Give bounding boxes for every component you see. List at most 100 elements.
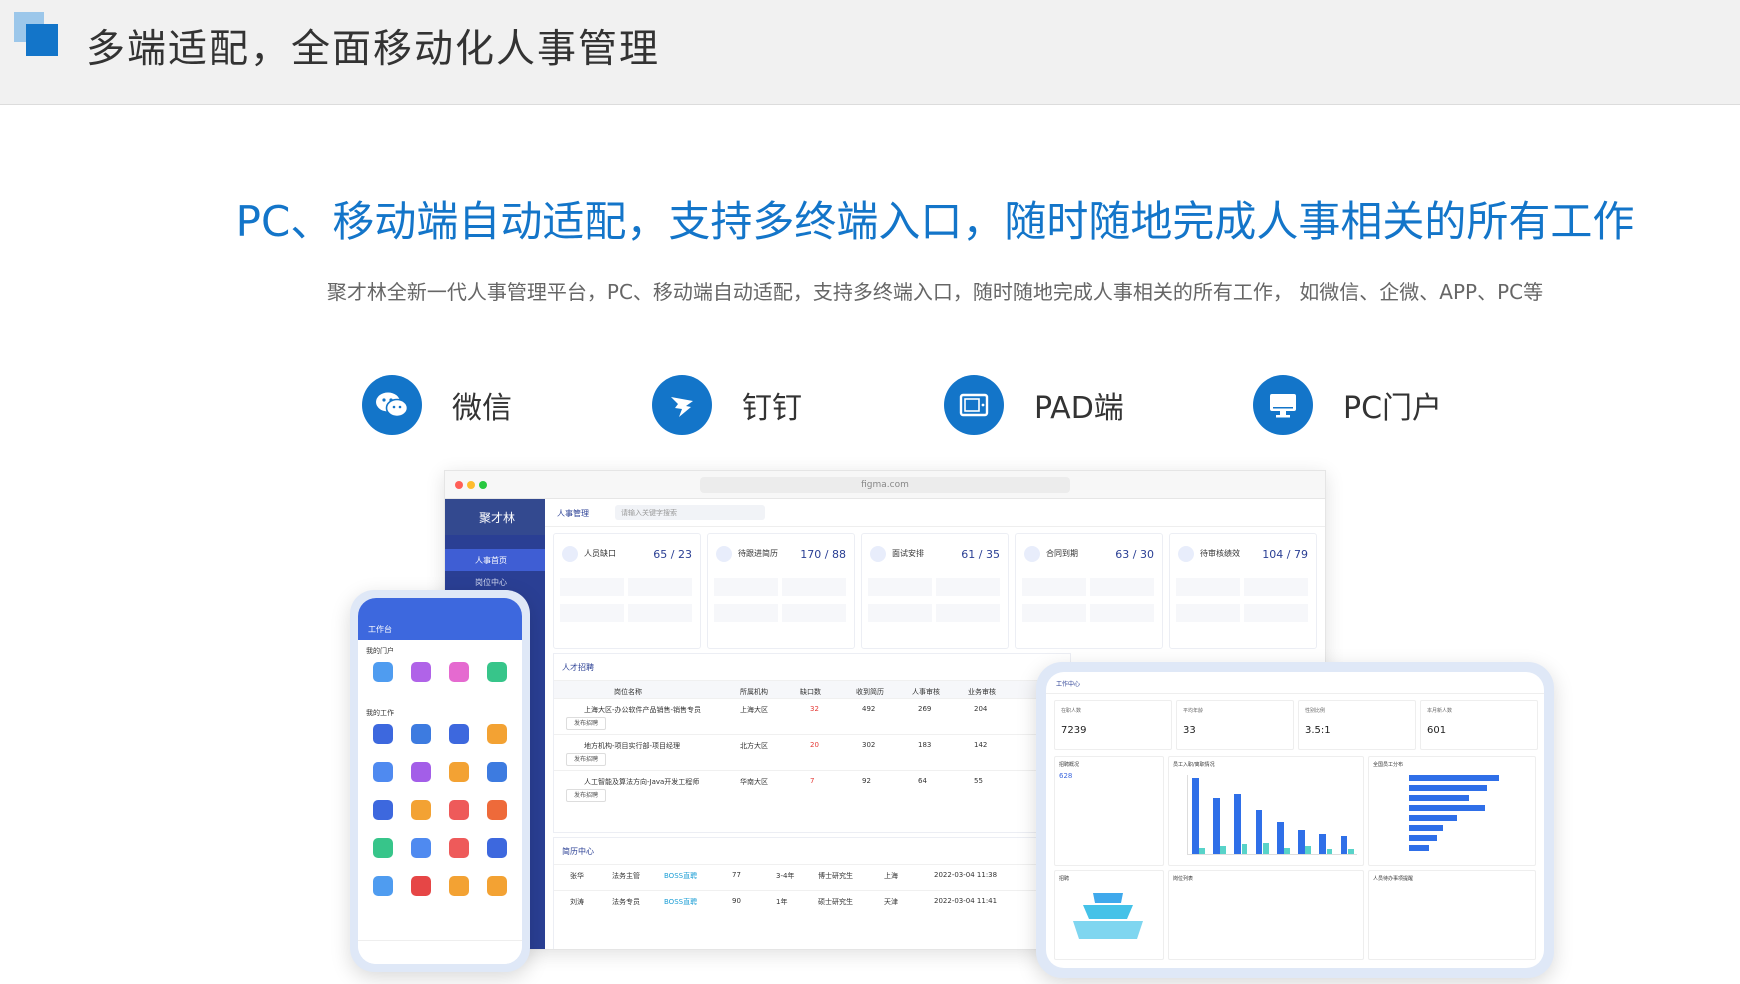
phone-tab-bar[interactable] — [358, 940, 522, 964]
app-header: 人事管理 请输入关键字搜索 — [545, 499, 1325, 527]
entry-pc[interactable]: PC门户 — [1253, 373, 1442, 437]
entry-pad[interactable]: PAD端 — [944, 373, 1124, 437]
entry-label: PC门户 — [1343, 391, 1443, 426]
hero-subtitle: 聚才林全新一代人事管理平台，PC、移动端自动适配，支持多终端入口，随时随地完成人… — [326, 280, 1544, 304]
app-icon[interactable] — [440, 720, 478, 758]
phone-screen: 工作台 我的门户 我的工作 — [358, 598, 522, 964]
app-icon[interactable] — [478, 872, 516, 910]
publish-button[interactable]: 发布招聘 — [566, 789, 606, 802]
kpi-row: 人员缺口 65 / 23 待跟进简历 170 / 88 面试安排 61 / 35 合同… — [553, 533, 1319, 649]
app-icon[interactable] — [402, 758, 440, 796]
app-icon[interactable] — [478, 758, 516, 796]
chart-bar — [1255, 810, 1263, 854]
stat-card: 平均年龄 33 — [1176, 700, 1294, 750]
app-icon[interactable] — [364, 758, 402, 796]
table-row[interactable]: 地方机构-项目实行部-项目经理 北方大区 20 302 183 142 发布招聘 — [554, 734, 1070, 770]
chart-bar — [1262, 842, 1269, 854]
kpi-card[interactable]: 面试安排 61 / 35 — [861, 533, 1009, 649]
tablet-module: 工作中心 — [1046, 672, 1544, 694]
app-icon[interactable] — [478, 834, 516, 872]
job-list-panel: 岗位列表 — [1168, 870, 1364, 960]
recruit-title: 人才招聘 — [562, 663, 594, 672]
app-icon[interactable] — [364, 796, 402, 834]
section-marker-icon — [14, 12, 58, 56]
app-icon[interactable] — [440, 796, 478, 834]
publish-button[interactable]: 发布招聘 — [566, 717, 606, 730]
app-icon[interactable] — [440, 758, 478, 796]
flow-chart — [1187, 775, 1357, 855]
app-icon[interactable] — [478, 796, 516, 834]
chart-bar — [1191, 778, 1199, 854]
brand-logo: 聚才林 — [445, 499, 545, 535]
chart-bar — [1213, 798, 1220, 854]
entry-label: 微信 — [452, 391, 512, 426]
phone-title: 工作台 — [358, 598, 522, 640]
table-row[interactable]: 人工智能及算法方向-Java开发工程师 华南大区 7 92 64 55 发布招聘 — [554, 770, 1070, 806]
app-icon[interactable] — [364, 720, 402, 758]
app-icon[interactable] — [402, 720, 440, 758]
stat-card: 本月新人数 601 — [1420, 700, 1538, 750]
app-icon[interactable] — [364, 834, 402, 872]
tablet-mockup: 工作中心 在职人数 7239 平均年龄 33 性别比例 3.5:1 本月新人数 601 … — [1036, 662, 1554, 978]
hero-title: PC、移动端自动适配，支持多终端入口，随时随地完成人事相关的所有工作 — [235, 197, 1635, 246]
wechat-icon — [362, 375, 422, 435]
app-icon[interactable] — [440, 658, 478, 696]
app-icon[interactable] — [402, 658, 440, 696]
chart-bar — [1305, 846, 1312, 854]
recruit-table: 人才招聘 岗位名称 所属机构 缺口数 收到简历 人事审核 业务审核 上海大区-办… — [553, 653, 1071, 833]
address-bar[interactable]: figma.com — [700, 477, 1070, 493]
browser-toolbar: figma.com — [445, 471, 1325, 499]
portal-app-grid — [358, 658, 522, 696]
stat-card: 性别比例 3.5:1 — [1298, 700, 1416, 750]
chart-bar — [1319, 834, 1327, 854]
entry-list: 微信 钉钉 PAD端 PC门户 — [0, 373, 1740, 437]
entry-label: PAD端 — [1034, 391, 1124, 426]
stat-card: 在职人数 7239 — [1054, 700, 1172, 750]
app-icon[interactable] — [364, 658, 402, 696]
phone-mockup: 工作台 我的门户 我的工作 — [350, 590, 530, 972]
chart-bar — [1326, 849, 1333, 854]
tablet-screen: 工作中心 在职人数 7239 平均年龄 33 性别比例 3.5:1 本月新人数 601 … — [1046, 672, 1544, 968]
app-icon[interactable] — [364, 872, 402, 910]
section-title: 多端适配，全面移动化人事管理 — [86, 27, 661, 72]
chart-bar — [1276, 822, 1284, 854]
entry-wechat[interactable]: 微信 — [362, 373, 512, 437]
kpi-card[interactable]: 待跟进简历 170 / 88 — [707, 533, 855, 649]
dingtalk-icon — [652, 375, 712, 435]
app-icon[interactable] — [402, 834, 440, 872]
tablet-icon — [944, 375, 1004, 435]
sidebar-item-home[interactable]: 人事首页 — [445, 549, 545, 571]
module-title: 人事管理 — [557, 509, 589, 518]
phone-section-portal: 我的门户 — [366, 647, 394, 655]
chart-bar — [1340, 836, 1348, 854]
recruit-overview-panel: 招聘概况 628 — [1054, 756, 1164, 866]
search-input[interactable]: 请输入关键字搜索 — [615, 505, 765, 520]
kpi-card[interactable]: 人员缺口 65 / 23 — [553, 533, 701, 649]
publish-button[interactable]: 发布招聘 — [566, 753, 606, 766]
chart-bar — [1234, 794, 1242, 854]
app-icon[interactable] — [440, 872, 478, 910]
chart-bar — [1220, 846, 1227, 854]
kpi-card[interactable]: 待审核绩效 104 / 79 — [1169, 533, 1317, 649]
app-icon[interactable] — [402, 796, 440, 834]
app-icon[interactable] — [478, 658, 516, 696]
funnel-chart — [1073, 893, 1143, 939]
distribution-panel: 全国员工分布 — [1368, 756, 1536, 866]
chart-bar — [1241, 844, 1248, 854]
chart-bar — [1298, 830, 1305, 854]
pending-panel: 人员待办事项提醒 — [1368, 870, 1536, 960]
entry-label: 钉钉 — [742, 391, 802, 426]
flow-chart-panel: 员工入职/离职情况 — [1168, 756, 1364, 866]
app-icon[interactable] — [440, 834, 478, 872]
table-row[interactable]: 上海大区-办公软件产品销售-销售专员 上海大区 32 492 269 204 发… — [554, 698, 1070, 734]
chart-bar — [1199, 847, 1205, 854]
app-icon[interactable] — [402, 872, 440, 910]
chart-bar — [1284, 847, 1290, 854]
table-header: 岗位名称 所属机构 缺口数 收到简历 人事审核 业务审核 — [554, 680, 1070, 698]
app-icon[interactable] — [478, 720, 516, 758]
entry-dingtalk[interactable]: 钉钉 — [652, 373, 802, 437]
recruit-funnel-panel: 招聘 — [1054, 870, 1164, 960]
phone-section-work: 我的工作 — [366, 709, 394, 717]
monitor-icon — [1253, 375, 1313, 435]
kpi-card[interactable]: 合同到期 63 / 30 — [1015, 533, 1163, 649]
